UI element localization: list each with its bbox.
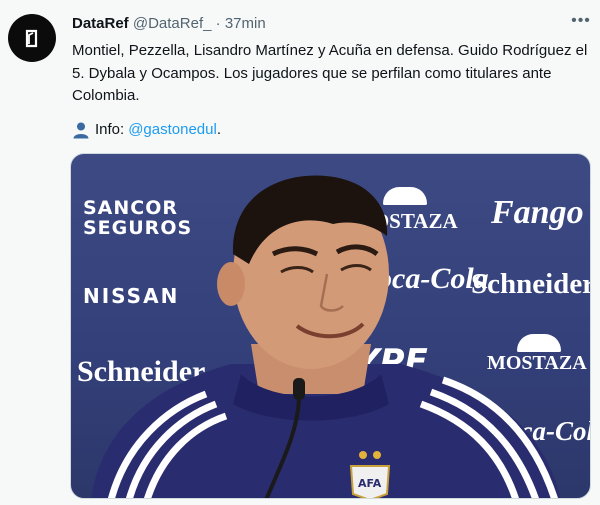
separator: · xyxy=(215,15,221,32)
more-horizontal-icon: ••• xyxy=(571,12,591,29)
tweet-info-line: Info: @gastonedul . xyxy=(72,120,221,140)
info-suffix: . xyxy=(216,121,221,138)
more-options-button[interactable]: ••• xyxy=(570,12,592,34)
avatar[interactable] xyxy=(8,14,56,62)
tweet-text: Montiel, Pezzella, Lisandro Martínez y A… xyxy=(72,42,588,104)
afa-badge-text: AFA xyxy=(358,477,382,490)
info-label: Info: xyxy=(95,121,125,138)
tweet-header: DataRef @DataRef_ · 37min xyxy=(72,15,266,35)
author-handle[interactable]: @DataRef_ xyxy=(133,15,212,32)
timestamp[interactable]: 37min xyxy=(225,15,266,32)
coach-figure xyxy=(91,175,561,498)
tweet-photo[interactable]: SANCOR SEGUROS NISSAN Schneider MOSTAZA … xyxy=(70,153,591,499)
author-name[interactable]: DataRef xyxy=(72,15,129,32)
dataref-logo-icon xyxy=(25,29,38,48)
tweet[interactable]: DataRef @DataRef_ · 37min ••• Montiel, P… xyxy=(0,0,600,505)
bust-in-silhouette-icon xyxy=(73,122,89,139)
mention-link[interactable]: @gastonedul xyxy=(128,120,217,140)
